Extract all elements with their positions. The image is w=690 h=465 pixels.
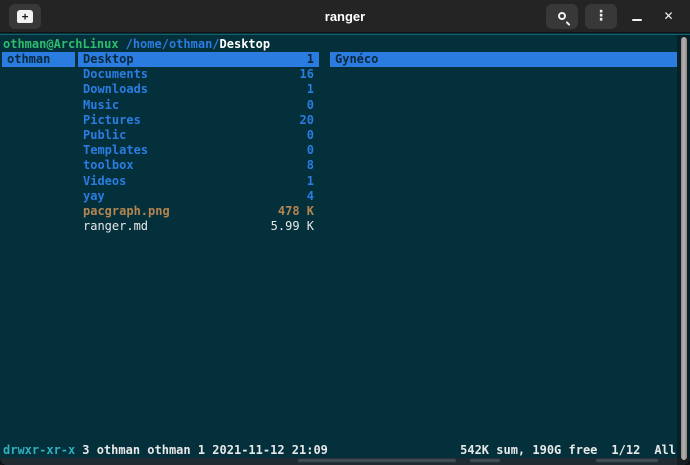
file-row[interactable]: Public 0 [78,128,319,143]
file-count: 1 [307,174,314,189]
file-name: Documents [83,67,148,82]
file-name: Music [83,98,119,113]
file-count: 0 [307,143,314,158]
file-row[interactable]: Documents 16 [78,67,319,82]
cwd-current-dir: Desktop [220,37,271,51]
cwd-parent-path: /home/othman/ [126,37,220,51]
file-count: 0 [307,98,314,113]
file-owner-date: 3 othman othman 1 2021-11-12 21:09 [82,443,328,457]
titlebar[interactable]: + ranger ⋮ ✕ [0,0,690,33]
scrollbar-thumb[interactable] [680,36,688,461]
menu-button[interactable]: ⋮ [585,4,617,29]
file-count: 16 [300,67,314,82]
file-count: 0 [307,128,314,143]
status-summary: 542K sum, 190G free 1/12 All [460,443,676,458]
file-name: Templates [83,143,148,158]
close-button[interactable]: ✕ [656,4,681,29]
file-row[interactable]: yay 4 [78,189,319,204]
file-count: 20 [300,113,314,128]
file-name: Videos [83,174,126,189]
parent-directory-column: othman [2,52,75,67]
file-count: 1 [307,82,314,97]
clipped-bottom-row [0,458,690,465]
search-button[interactable] [546,4,578,29]
clipped-text-fragment [470,459,500,462]
file-name: Pictures [83,113,141,128]
filter-indicator: All [654,443,676,457]
titlebar-actions: ⋮ ✕ [546,4,681,29]
file-row[interactable]: Desktop 1 [78,52,319,67]
new-tab-icon: + [17,10,33,23]
file-count: 478 K [278,204,314,219]
close-icon: ✕ [663,10,673,22]
file-count: 4 [307,189,314,204]
minimize-button[interactable] [624,4,649,29]
file-row[interactable]: othman [2,52,75,67]
clipped-text-fragment [596,459,658,462]
file-name: Gynéco [335,52,378,67]
file-row[interactable]: toolbox 8 [78,158,319,173]
file-name: othman [7,52,50,67]
user-host: othman@ArchLinux [3,37,119,51]
file-row[interactable]: ranger.md 5.99 K [78,219,319,234]
clipped-text-fragment [298,459,456,462]
file-row[interactable]: Videos 1 [78,174,319,189]
current-directory-column: Desktop 1 Documents 16 Downloads 1 Music… [78,52,319,234]
file-row[interactable]: Gynéco [330,52,677,67]
file-row[interactable]: Templates 0 [78,143,319,158]
ranger-path-line: othman@ArchLinux/home/othman/Desktop [3,37,270,52]
file-row[interactable]: Downloads 1 [78,82,319,97]
file-name: Desktop [83,52,134,67]
status-file-details: drwxr-xr-x 3 othman othman 1 2021-11-12 2… [3,443,328,458]
disk-usage: 542K sum, 190G free [460,443,597,457]
ranger-terminal: othman@ArchLinux/home/othman/Desktop oth… [0,34,690,465]
file-count: 8 [307,158,314,173]
file-name: Public [83,128,126,143]
file-permissions: drwxr-xr-x [3,443,75,457]
file-name: yay [83,189,105,204]
scrollbar-track[interactable] [677,35,690,465]
selection-position: 1/12 [611,443,640,457]
file-row[interactable]: pacgraph.png 478 K [78,204,319,219]
file-name: ranger.md [83,219,148,234]
preview-column: Gynéco [330,52,677,67]
ranger-statusbar: drwxr-xr-x 3 othman othman 1 2021-11-12 2… [3,443,676,458]
file-count: 1 [307,52,314,67]
plus-glyph: + [22,11,29,22]
minimize-icon [632,19,642,21]
file-name: pacgraph.png [83,204,170,219]
file-row[interactable]: Pictures 20 [78,113,319,128]
file-count: 5.99 K [271,219,314,234]
kebab-menu-icon: ⋮ [594,9,608,23]
search-icon [558,12,566,20]
file-row[interactable]: Music 0 [78,98,319,113]
console-window: + ranger ⋮ ✕ othman@ArchLinux/home/othma… [0,0,690,465]
new-tab-button[interactable]: + [9,4,41,29]
file-name: toolbox [83,158,134,173]
file-name: Downloads [83,82,148,97]
